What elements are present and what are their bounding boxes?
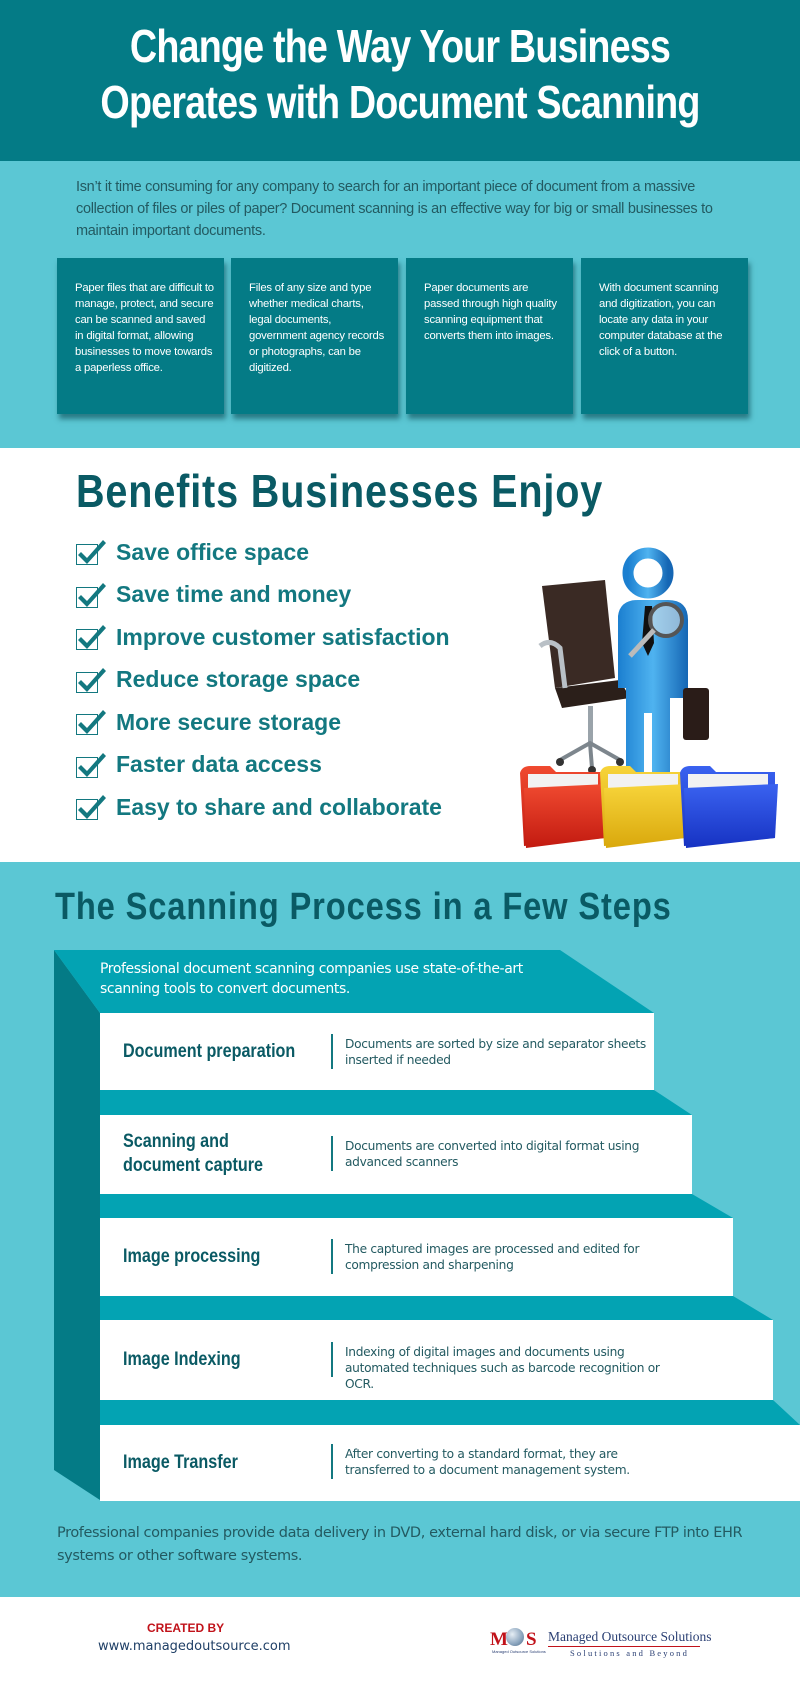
- benefit-item: Save time and money: [76, 577, 351, 613]
- process-step-5: Image Transfer After converting to a sta…: [100, 1425, 800, 1501]
- stairs-slab: [100, 1090, 692, 1115]
- checkbox-checked-icon: [76, 793, 106, 821]
- benefit-label: Faster data access: [116, 751, 322, 777]
- checkbox-checked-icon: [76, 751, 106, 779]
- globe-icon: [506, 1628, 524, 1646]
- intro-paragraph: Isn’t it time consuming for any company …: [76, 179, 713, 239]
- step-divider: [331, 1444, 333, 1479]
- website-link[interactable]: www.managedoutsource.com: [98, 1639, 291, 1654]
- process-step-1: Document preparation Documents are sorte…: [100, 1013, 654, 1090]
- step-divider: [331, 1034, 333, 1069]
- created-by-label: CREATED BY: [147, 1621, 225, 1635]
- title-line-1: Change the Way Your Business: [129, 20, 671, 72]
- benefits-heading: Benefits Businesses Enjoy: [76, 465, 604, 517]
- stairs-slab: [100, 1194, 733, 1218]
- businessman-illustration: [520, 547, 778, 848]
- info-card-1: Paper files that are difficult to manage…: [57, 258, 224, 414]
- page-title: Change the Way Your Business Operates wi…: [72, 18, 728, 130]
- step-title: Image Indexing: [123, 1349, 241, 1370]
- step-divider: [331, 1239, 333, 1274]
- info-card-text: With document scanning and digitization,…: [599, 282, 723, 358]
- benefit-item: Easy to share and collaborate: [76, 789, 442, 825]
- blue-folder-icon: [680, 766, 778, 848]
- info-card-2: Files of any size and type whether medic…: [231, 258, 398, 414]
- yellow-folder-icon: [600, 766, 688, 848]
- checkbox-checked-icon: [76, 581, 106, 609]
- benefit-label: Improve customer satisfaction: [116, 623, 450, 650]
- chair-icon: [538, 580, 630, 774]
- step-title: Scanning and: [123, 1131, 229, 1152]
- step-description: After converting to a standard format, t…: [345, 1447, 630, 1477]
- benefit-label: Save office space: [116, 538, 310, 565]
- benefit-label: Save time and money: [116, 581, 352, 607]
- logo-tagline: Solutions and Beyond: [570, 1648, 690, 1658]
- info-card-4: With document scanning and digitization,…: [581, 258, 748, 414]
- info-card-text: Paper files that are difficult to manage…: [75, 282, 214, 374]
- intro-section: Isn’t it time consuming for any company …: [0, 161, 800, 448]
- benefit-label: Easy to share and collaborate: [116, 793, 442, 820]
- checkbox-checked-icon: [76, 666, 106, 694]
- process-step-4: Image Indexing Indexing of digital image…: [100, 1320, 773, 1400]
- step-divider: [331, 1136, 333, 1171]
- info-card-text: Paper documents are passed through high …: [424, 282, 557, 342]
- person-figure-icon: [618, 547, 709, 778]
- info-card-3: Paper documents are passed through high …: [406, 258, 573, 414]
- logo-company-name: Managed Outsource Solutions: [548, 1629, 712, 1644]
- step-description: Documents are sorted by size and separat…: [345, 1037, 646, 1067]
- benefit-item: Reduce storage space: [76, 662, 360, 698]
- header-banner: Change the Way Your Business Operates wi…: [0, 0, 800, 161]
- step-title: Image Transfer: [123, 1452, 238, 1473]
- benefit-label: More secure storage: [116, 708, 341, 735]
- step-description: The captured images are processed and ed…: [345, 1242, 640, 1272]
- logo-divider: [548, 1646, 700, 1647]
- stairs-slab: [100, 1296, 773, 1320]
- process-intro: Professional document scanning companies…: [100, 961, 523, 997]
- stairs-slab: [100, 1400, 800, 1425]
- step-title-line-2: document capture: [123, 1155, 263, 1176]
- logo-mark-m: M: [490, 1629, 508, 1650]
- checkbox-checked-icon: [76, 538, 106, 566]
- step-description: Documents are converted into digital for…: [345, 1139, 640, 1169]
- benefit-label: Reduce storage space: [116, 666, 361, 692]
- checkbox-checked-icon: [76, 708, 106, 736]
- info-card-text: Files of any size and type whether medic…: [249, 282, 385, 374]
- process-step-2: Scanning and document capture Documents …: [100, 1115, 692, 1194]
- benefits-section: Benefits Businesses Enjoy Save office sp…: [0, 448, 800, 862]
- benefit-item: Save office space: [76, 534, 309, 570]
- checkbox-checked-icon: [76, 623, 106, 651]
- logo-mark-s: S: [526, 1629, 537, 1650]
- red-folder-icon: [520, 766, 608, 848]
- logo-mark-subtext: Managed Outsource Solutions: [492, 1649, 546, 1654]
- step-divider: [331, 1342, 333, 1377]
- benefit-item: Faster data access: [76, 747, 322, 783]
- benefit-item: More secure storage: [76, 704, 341, 740]
- benefit-item: Improve customer satisfaction: [76, 619, 450, 655]
- process-section: The Scanning Process in a Few Steps Prof…: [0, 862, 800, 1597]
- company-logo: M S Managed Outsource Solutions Managed …: [490, 1627, 712, 1661]
- stairs-side-panel: [54, 950, 100, 1500]
- process-outro: Professional companies provide data deli…: [57, 1525, 743, 1564]
- step-description: Indexing of digital images and documents…: [345, 1345, 660, 1391]
- footer: CREATED BY www.managedoutsource.com M S …: [0, 1597, 800, 1684]
- step-title: Image processing: [123, 1246, 261, 1267]
- step-title: Document preparation: [123, 1041, 296, 1062]
- process-step-3: Image processing The captured images are…: [100, 1218, 733, 1296]
- title-line-2: Operates with Document Scanning: [100, 76, 700, 128]
